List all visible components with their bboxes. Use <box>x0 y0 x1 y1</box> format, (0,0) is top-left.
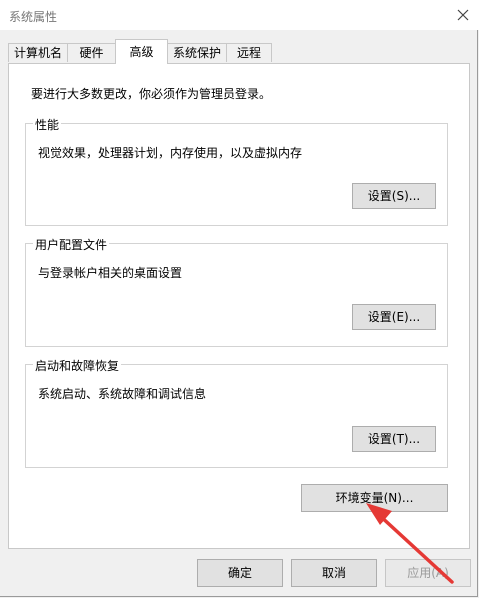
performance-group-title: 性能 <box>33 116 62 133</box>
admin-notice: 要进行大多数更改，你必须作为管理员登录。 <box>31 87 272 101</box>
tab-advanced[interactable]: 高级 <box>115 39 168 64</box>
user-profiles-description: 与登录帐户相关的桌面设置 <box>38 266 183 280</box>
window-title: 系统属性 <box>9 10 58 24</box>
user-profiles-group-title: 用户配置文件 <box>33 236 110 253</box>
apply-button[interactable]: 应用(A) <box>385 559 471 587</box>
performance-settings-button[interactable]: 设置(S)... <box>352 183 436 209</box>
tab-hardware[interactable]: 硬件 <box>67 43 116 62</box>
startup-recovery-description: 系统启动、系统故障和调试信息 <box>38 387 207 401</box>
startup-recovery-group-title: 启动和故障恢复 <box>33 357 122 374</box>
performance-group: 性能 视觉效果，处理器计划，内存使用，以及虚拟内存 设置(S)... <box>25 116 448 226</box>
user-profiles-settings-button[interactable]: 设置(E)... <box>352 304 436 330</box>
close-icon[interactable] <box>452 4 474 26</box>
system-properties-window: 系统属性 计算机名 硬件 高级 系统保护 远程 要进行大多数更改，你必须作为管理… <box>0 0 479 597</box>
user-profiles-group: 用户配置文件 与登录帐户相关的桌面设置 设置(E)... <box>25 236 448 347</box>
startup-recovery-group: 启动和故障恢复 系统启动、系统故障和调试信息 设置(T)... <box>25 357 448 468</box>
environment-variables-button[interactable]: 环境变量(N)... <box>301 484 448 512</box>
title-bar[interactable]: 系统属性 <box>0 0 479 30</box>
tab-system-protection[interactable]: 系统保护 <box>167 43 227 62</box>
cancel-button[interactable]: 取消 <box>291 559 377 587</box>
startup-recovery-settings-button[interactable]: 设置(T)... <box>352 426 436 452</box>
ok-button[interactable]: 确定 <box>197 559 283 587</box>
performance-description: 视觉效果，处理器计划，内存使用，以及虚拟内存 <box>38 146 303 160</box>
tab-computer-name[interactable]: 计算机名 <box>8 43 68 62</box>
tab-remote[interactable]: 远程 <box>226 43 272 62</box>
advanced-tab-panel: 要进行大多数更改，你必须作为管理员登录。 性能 视觉效果，处理器计划，内存使用，… <box>8 63 470 549</box>
